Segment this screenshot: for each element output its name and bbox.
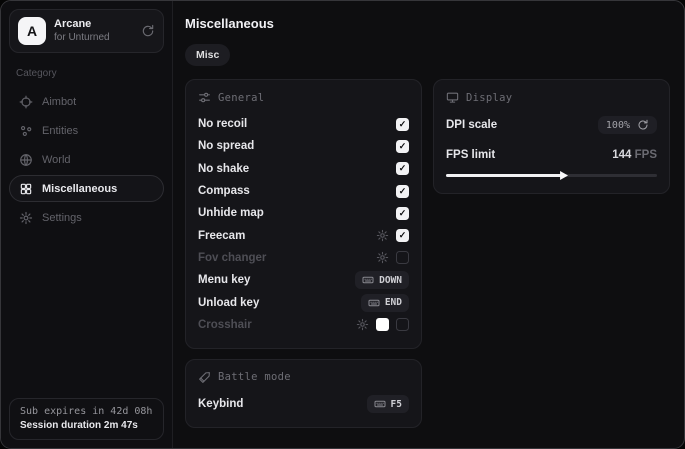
battle-mode-rows: Keybind F5 — [198, 393, 409, 415]
dpi-scale-row: DPI scale 100% — [446, 113, 657, 137]
checkbox[interactable]: ✓ — [396, 185, 409, 198]
app-window: A Arcane for Unturned Category Aimbot Ent… — [0, 0, 685, 449]
row-menu-key: Menu key DOWN — [198, 269, 409, 291]
gear-icon — [19, 211, 33, 225]
general-panel-title: General — [218, 92, 264, 104]
row-freecam: Freecam ✓ — [198, 224, 409, 246]
row-unhide-map: Unhide map ✓ — [198, 202, 409, 224]
color-swatch[interactable] — [376, 318, 389, 331]
refresh-icon[interactable] — [141, 24, 155, 38]
sidebar-item-aimbot[interactable]: Aimbot — [9, 88, 164, 115]
dpi-scale-label: DPI scale — [446, 119, 497, 131]
grid-icon — [19, 182, 33, 196]
sidebar-item-label: Miscellaneous — [42, 183, 117, 195]
brand-logo: A — [18, 17, 46, 45]
sidebar-nav: Aimbot Entities World Miscellaneous Settings — [9, 88, 164, 231]
row-label: No spread — [198, 140, 254, 152]
sidebar-item-settings[interactable]: Settings — [9, 204, 164, 231]
sidebar-item-entities[interactable]: Entities — [9, 117, 164, 144]
main-content: Miscellaneous Misc General No recoil✓No … — [173, 1, 684, 448]
row-label: Crosshair — [198, 319, 252, 331]
checkbox[interactable]: ✓ — [396, 207, 409, 220]
row-crosshair: Crosshair — [198, 314, 409, 336]
row-label: Unhide map — [198, 207, 264, 219]
crosshair-icon — [19, 95, 33, 109]
sidebar-item-world[interactable]: World — [9, 146, 164, 173]
sidebar: A Arcane for Unturned Category Aimbot Ent… — [1, 1, 173, 448]
checkbox[interactable]: ✓ — [396, 140, 409, 153]
sidebar-item-label: Settings — [42, 212, 82, 224]
brand-card: A Arcane for Unturned — [9, 9, 164, 53]
slider-fill — [446, 174, 562, 177]
checkbox[interactable] — [396, 251, 409, 264]
row-no-shake: No shake ✓ — [198, 158, 409, 180]
sliders-icon — [198, 91, 211, 104]
sub-expiry-text: Sub expires in 42d 08h — [20, 406, 153, 417]
checkbox[interactable]: ✓ — [396, 162, 409, 175]
battle-mode-panel-title: Battle mode — [218, 371, 291, 383]
row-label: Unload key — [198, 297, 259, 309]
checkbox[interactable] — [396, 318, 409, 331]
row-label: Menu key — [198, 274, 250, 286]
keybind-button[interactable]: F5 — [367, 395, 409, 413]
row-unload-key: Unload key END — [198, 291, 409, 313]
display-panel: Display DPI scale 100% FPS limit 144 FPS — [433, 79, 670, 194]
fps-limit-unit: FPS — [635, 149, 657, 161]
tab-misc[interactable]: Misc — [185, 44, 230, 66]
row-compass: Compass ✓ — [198, 180, 409, 202]
category-label: Category — [16, 68, 157, 79]
keybind-value: DOWN — [379, 275, 402, 286]
row-label: Compass — [198, 185, 250, 197]
row-no-recoil: No recoil ✓ — [198, 113, 409, 135]
general-rows: No recoil✓No spread✓No shake✓Compass✓Unh… — [198, 113, 409, 336]
subscription-card: Sub expires in 42d 08h Session duration … — [9, 398, 164, 440]
row-keybind: Keybind F5 — [198, 393, 409, 415]
row-label: Freecam — [198, 230, 245, 242]
fps-limit-slider[interactable] — [446, 170, 657, 181]
display-panel-title: Display — [466, 92, 512, 104]
row-fov-changer: Fov changer — [198, 247, 409, 269]
keybind-value: F5 — [391, 399, 402, 410]
checkbox[interactable]: ✓ — [396, 229, 409, 242]
keyboard-icon — [368, 297, 380, 309]
sidebar-item-label: World — [42, 154, 71, 166]
row-no-spread: No spread ✓ — [198, 135, 409, 157]
row-label: Fov changer — [198, 252, 266, 264]
sidebar-item-label: Aimbot — [42, 96, 76, 108]
row-label: No shake — [198, 163, 249, 175]
sword-icon — [198, 371, 211, 384]
sidebar-item-label: Entities — [42, 125, 78, 137]
session-duration-text: Session duration 2m 47s — [20, 420, 153, 431]
dpi-scale-value: 100% — [606, 120, 630, 131]
row-label: No recoil — [198, 118, 247, 130]
brand-name: Arcane — [54, 18, 110, 32]
brand-subtitle: for Unturned — [54, 32, 110, 45]
checkbox[interactable]: ✓ — [396, 118, 409, 131]
general-panel: General No recoil✓No spread✓No shake✓Com… — [185, 79, 422, 349]
fps-limit-label: FPS limit — [446, 149, 495, 161]
fps-limit-row: FPS limit 144 FPS — [446, 143, 657, 167]
keybind-button[interactable]: END — [361, 294, 409, 312]
gear-icon[interactable] — [376, 251, 389, 264]
battle-mode-panel: Battle mode Keybind F5 — [185, 359, 422, 428]
monitor-icon — [446, 91, 459, 104]
keybind-button[interactable]: DOWN — [355, 271, 409, 289]
reset-icon[interactable] — [637, 119, 649, 131]
dpi-scale-control[interactable]: 100% — [598, 116, 657, 134]
gear-icon[interactable] — [356, 318, 369, 331]
keyboard-icon — [374, 398, 386, 410]
page-title: Miscellaneous — [185, 16, 670, 31]
keyboard-icon — [362, 274, 374, 286]
row-label: Keybind — [198, 398, 243, 410]
fps-limit-value: 144 — [612, 149, 631, 161]
keybind-value: END — [385, 297, 402, 308]
sidebar-item-miscellaneous[interactable]: Miscellaneous — [9, 175, 164, 202]
entities-icon — [19, 124, 33, 138]
globe-icon — [19, 153, 33, 167]
gear-icon[interactable] — [376, 229, 389, 242]
slider-thumb[interactable] — [560, 171, 568, 180]
